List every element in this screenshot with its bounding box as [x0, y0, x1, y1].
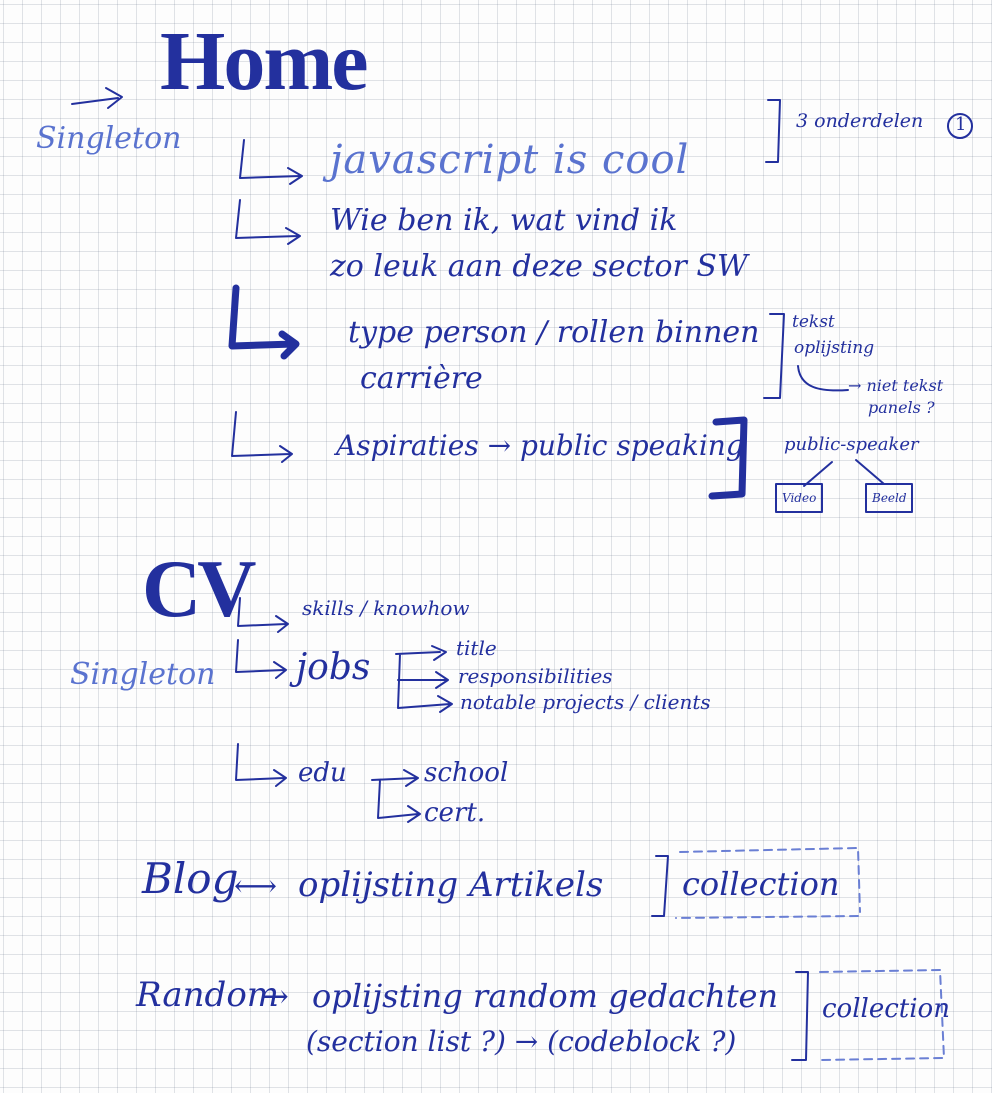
ps-branch-right — [855, 459, 885, 485]
home-branch-1 — [239, 139, 303, 185]
public-speaker-box-beeld: Beeld — [872, 491, 907, 505]
public-speaker-title: public-speaker — [784, 434, 919, 455]
home-item-3-line2: carrière — [360, 361, 483, 396]
public-speaker-box-video: Video — [782, 491, 817, 505]
cv-jobs-bracket — [395, 645, 453, 713]
random-line2: (section list ?) → (codeblock ?) — [306, 1025, 737, 1058]
cv-skills: skills / knowhow — [302, 596, 470, 620]
note-panels-4: panels ? — [868, 398, 935, 417]
blog-collection-tag: collection — [682, 865, 840, 903]
cv-jobs: jobs — [296, 647, 371, 688]
home-note-count: 3 onderdelen — [796, 110, 924, 132]
cv-edu-bracket — [371, 769, 421, 823]
blog-bracket — [651, 855, 669, 917]
cv-edu: edu — [298, 758, 347, 788]
home-item-2-line1: Wie ben ik, wat vind ik — [330, 203, 678, 238]
cv-branch-edu — [235, 743, 287, 787]
cv-title: CV — [142, 543, 256, 634]
blog-title: Blog — [142, 854, 239, 903]
random-collection-tag: collection — [822, 994, 950, 1024]
home-note-number: 1 — [955, 114, 967, 135]
home-branch-2 — [235, 199, 301, 245]
cv-job-field-responsibilities: responsibilities — [458, 664, 613, 688]
cv-job-field-title: title — [456, 636, 497, 660]
home-item-2-line2: zo leuk aan deze sector SW — [330, 249, 748, 284]
home-item-1: javascript is cool — [330, 137, 690, 183]
arrow-niet-tekst — [797, 365, 849, 392]
cv-branch-jobs — [235, 639, 287, 679]
home-arrow — [71, 87, 123, 109]
random-title: Random — [136, 975, 280, 1015]
home-branch-3 — [228, 284, 300, 360]
home-item-4: Aspiraties → public speaking — [336, 429, 744, 462]
home-title: Home — [160, 15, 369, 108]
home-singleton-label: Singleton — [36, 121, 182, 156]
home-branch-4 — [231, 411, 293, 463]
random-bracket — [791, 971, 809, 1061]
cv-singleton-label: Singleton — [70, 657, 216, 692]
random-line1: oplijsting random gedachten — [312, 977, 779, 1015]
home-item-3-line1: type person / rollen binnen — [348, 315, 760, 350]
ps-branch-left — [803, 461, 833, 487]
bracket-onderdelen — [765, 99, 781, 163]
cv-job-field-projects: notable projects / clients — [460, 690, 711, 714]
cv-edu-field-cert: cert. — [424, 798, 486, 828]
note-panels-3: → niet tekst — [848, 376, 944, 395]
blog-arrow: ⟷ — [234, 869, 278, 904]
note-panels-2: oplijsting — [794, 338, 875, 358]
cv-edu-field-school: school — [424, 758, 509, 788]
random-arrow: → — [262, 977, 289, 1015]
bracket-type — [763, 313, 785, 399]
blog-text: oplijsting Artikels — [298, 865, 604, 905]
note-panels-1: tekst — [792, 312, 835, 332]
